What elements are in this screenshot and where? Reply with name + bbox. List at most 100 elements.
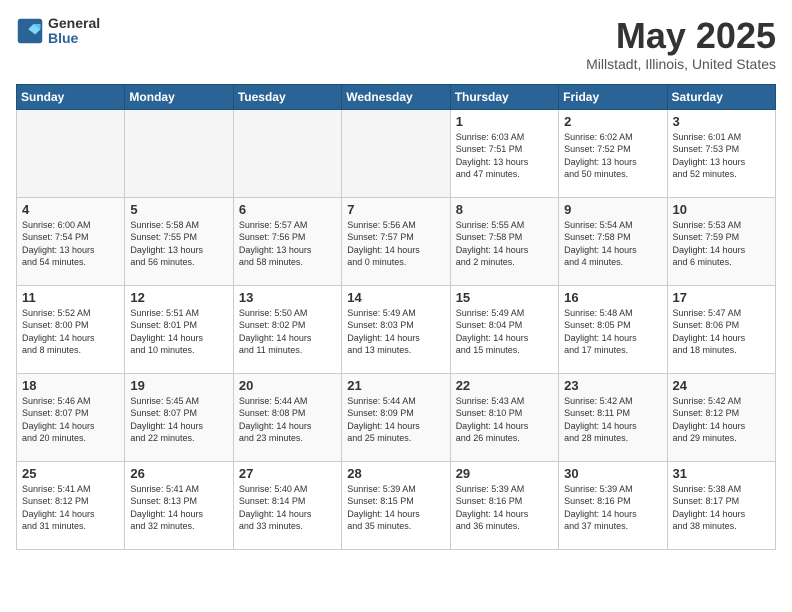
day-number: 3 xyxy=(673,114,770,129)
table-row: 15Sunrise: 5:49 AM Sunset: 8:04 PM Dayli… xyxy=(450,285,558,373)
calendar-week-row: 4 Sunrise: 6:00 AM Sunset: 7:54 PM Daylig… xyxy=(17,197,776,285)
day-number: 17 xyxy=(673,290,770,305)
day-number: 21 xyxy=(347,378,444,393)
day-number: 16 xyxy=(564,290,661,305)
day-info: Sunrise: 6:02 AM Sunset: 7:52 PM Dayligh… xyxy=(564,131,661,181)
day-number: 23 xyxy=(564,378,661,393)
table-row: 27 Sunrise: 5:40 AM Sunset: 8:14 PM Dayli… xyxy=(233,461,341,549)
header-wednesday: Wednesday xyxy=(342,84,450,109)
table-row xyxy=(342,109,450,197)
day-number: 28 xyxy=(347,466,444,481)
day-info: Sunrise: 5:44 AM Sunset: 8:09 PM Dayligh… xyxy=(347,395,444,445)
table-row: 12 Sunrise: 5:51 AM Sunset: 8:01 PM Dayli… xyxy=(125,285,233,373)
day-number: 9 xyxy=(564,202,661,217)
calendar-week-row: 1Sunrise: 6:03 AM Sunset: 7:51 PM Daylig… xyxy=(17,109,776,197)
day-info: Sunrise: 5:45 AM Sunset: 8:07 PM Dayligh… xyxy=(130,395,227,445)
logo-icon xyxy=(16,17,44,45)
day-info: Sunrise: 5:41 AM Sunset: 8:13 PM Dayligh… xyxy=(130,483,227,533)
header-sunday: Sunday xyxy=(17,84,125,109)
logo: General Blue xyxy=(16,16,100,47)
day-info: Sunrise: 5:57 AM Sunset: 7:56 PM Dayligh… xyxy=(239,219,336,269)
table-row: 21 Sunrise: 5:44 AM Sunset: 8:09 PM Dayli… xyxy=(342,373,450,461)
day-info: Sunrise: 5:42 AM Sunset: 8:12 PM Dayligh… xyxy=(673,395,770,445)
day-number: 27 xyxy=(239,466,336,481)
day-info: Sunrise: 5:55 AM Sunset: 7:58 PM Dayligh… xyxy=(456,219,553,269)
calendar-table: Sunday Monday Tuesday Wednesday Thursday… xyxy=(16,84,776,550)
table-row: 14Sunrise: 5:49 AM Sunset: 8:03 PM Dayli… xyxy=(342,285,450,373)
day-info: Sunrise: 6:00 AM Sunset: 7:54 PM Dayligh… xyxy=(22,219,119,269)
day-info: Sunrise: 5:42 AM Sunset: 8:11 PM Dayligh… xyxy=(564,395,661,445)
day-info: Sunrise: 5:54 AM Sunset: 7:58 PM Dayligh… xyxy=(564,219,661,269)
day-info: Sunrise: 5:40 AM Sunset: 8:14 PM Dayligh… xyxy=(239,483,336,533)
table-row: 28 Sunrise: 5:39 AM Sunset: 8:15 PM Dayli… xyxy=(342,461,450,549)
day-number: 14 xyxy=(347,290,444,305)
table-row: 30 Sunrise: 5:39 AM Sunset: 8:16 PM Dayli… xyxy=(559,461,667,549)
table-row: 16Sunrise: 5:48 AM Sunset: 8:05 PM Dayli… xyxy=(559,285,667,373)
page-header: General Blue May 2025 Millstadt, Illinoi… xyxy=(16,16,776,72)
day-number: 26 xyxy=(130,466,227,481)
day-info: Sunrise: 5:51 AM Sunset: 8:01 PM Dayligh… xyxy=(130,307,227,357)
day-number: 29 xyxy=(456,466,553,481)
day-number: 10 xyxy=(673,202,770,217)
table-row: 3 Sunrise: 6:01 AM Sunset: 7:53 PM Daylig… xyxy=(667,109,775,197)
table-row: 17Sunrise: 5:47 AM Sunset: 8:06 PM Dayli… xyxy=(667,285,775,373)
table-row xyxy=(125,109,233,197)
day-info: Sunrise: 5:39 AM Sunset: 8:16 PM Dayligh… xyxy=(456,483,553,533)
table-row: 10Sunrise: 5:53 AM Sunset: 7:59 PM Dayli… xyxy=(667,197,775,285)
table-row: 25 Sunrise: 5:41 AM Sunset: 8:12 PM Dayli… xyxy=(17,461,125,549)
day-number: 2 xyxy=(564,114,661,129)
day-number: 6 xyxy=(239,202,336,217)
day-info: Sunrise: 5:58 AM Sunset: 7:55 PM Dayligh… xyxy=(130,219,227,269)
table-row: 29 Sunrise: 5:39 AM Sunset: 8:16 PM Dayli… xyxy=(450,461,558,549)
header-tuesday: Tuesday xyxy=(233,84,341,109)
day-info: Sunrise: 6:03 AM Sunset: 7:51 PM Dayligh… xyxy=(456,131,553,181)
day-number: 11 xyxy=(22,290,119,305)
table-row: 1Sunrise: 6:03 AM Sunset: 7:51 PM Daylig… xyxy=(450,109,558,197)
day-number: 4 xyxy=(22,202,119,217)
table-row: 24 Sunrise: 5:42 AM Sunset: 8:12 PM Dayli… xyxy=(667,373,775,461)
table-row: 20 Sunrise: 5:44 AM Sunset: 8:08 PM Dayli… xyxy=(233,373,341,461)
day-number: 13 xyxy=(239,290,336,305)
logo-blue: Blue xyxy=(48,31,100,46)
title-block: May 2025 Millstadt, Illinois, United Sta… xyxy=(586,16,776,72)
table-row: 9 Sunrise: 5:54 AM Sunset: 7:58 PM Daylig… xyxy=(559,197,667,285)
calendar-week-row: 18Sunrise: 5:46 AM Sunset: 8:07 PM Dayli… xyxy=(17,373,776,461)
table-row: 7Sunrise: 5:56 AM Sunset: 7:57 PM Daylig… xyxy=(342,197,450,285)
table-row: 11 Sunrise: 5:52 AM Sunset: 8:00 PM Dayli… xyxy=(17,285,125,373)
day-info: Sunrise: 5:41 AM Sunset: 8:12 PM Dayligh… xyxy=(22,483,119,533)
table-row: 6 Sunrise: 5:57 AM Sunset: 7:56 PM Daylig… xyxy=(233,197,341,285)
day-info: Sunrise: 5:52 AM Sunset: 8:00 PM Dayligh… xyxy=(22,307,119,357)
calendar-week-row: 25 Sunrise: 5:41 AM Sunset: 8:12 PM Dayli… xyxy=(17,461,776,549)
day-number: 15 xyxy=(456,290,553,305)
logo-text: General Blue xyxy=(48,16,100,47)
day-number: 19 xyxy=(130,378,227,393)
day-info: Sunrise: 6:01 AM Sunset: 7:53 PM Dayligh… xyxy=(673,131,770,181)
day-number: 7 xyxy=(347,202,444,217)
table-row: 13 Sunrise: 5:50 AM Sunset: 8:02 PM Dayli… xyxy=(233,285,341,373)
day-number: 5 xyxy=(130,202,227,217)
table-row: 19 Sunrise: 5:45 AM Sunset: 8:07 PM Dayli… xyxy=(125,373,233,461)
day-number: 12 xyxy=(130,290,227,305)
day-number: 30 xyxy=(564,466,661,481)
table-row: 18Sunrise: 5:46 AM Sunset: 8:07 PM Dayli… xyxy=(17,373,125,461)
day-info: Sunrise: 5:39 AM Sunset: 8:16 PM Dayligh… xyxy=(564,483,661,533)
table-row: 22Sunrise: 5:43 AM Sunset: 8:10 PM Dayli… xyxy=(450,373,558,461)
table-row: 2 Sunrise: 6:02 AM Sunset: 7:52 PM Daylig… xyxy=(559,109,667,197)
header-thursday: Thursday xyxy=(450,84,558,109)
day-info: Sunrise: 5:38 AM Sunset: 8:17 PM Dayligh… xyxy=(673,483,770,533)
day-number: 18 xyxy=(22,378,119,393)
day-number: 25 xyxy=(22,466,119,481)
table-row xyxy=(233,109,341,197)
day-info: Sunrise: 5:39 AM Sunset: 8:15 PM Dayligh… xyxy=(347,483,444,533)
day-number: 24 xyxy=(673,378,770,393)
day-number: 20 xyxy=(239,378,336,393)
table-row: 5 Sunrise: 5:58 AM Sunset: 7:55 PM Daylig… xyxy=(125,197,233,285)
calendar-subtitle: Millstadt, Illinois, United States xyxy=(586,56,776,72)
day-info: Sunrise: 5:50 AM Sunset: 8:02 PM Dayligh… xyxy=(239,307,336,357)
day-number: 31 xyxy=(673,466,770,481)
header-monday: Monday xyxy=(125,84,233,109)
day-info: Sunrise: 5:44 AM Sunset: 8:08 PM Dayligh… xyxy=(239,395,336,445)
table-row: 26 Sunrise: 5:41 AM Sunset: 8:13 PM Dayli… xyxy=(125,461,233,549)
header-saturday: Saturday xyxy=(667,84,775,109)
day-number: 8 xyxy=(456,202,553,217)
